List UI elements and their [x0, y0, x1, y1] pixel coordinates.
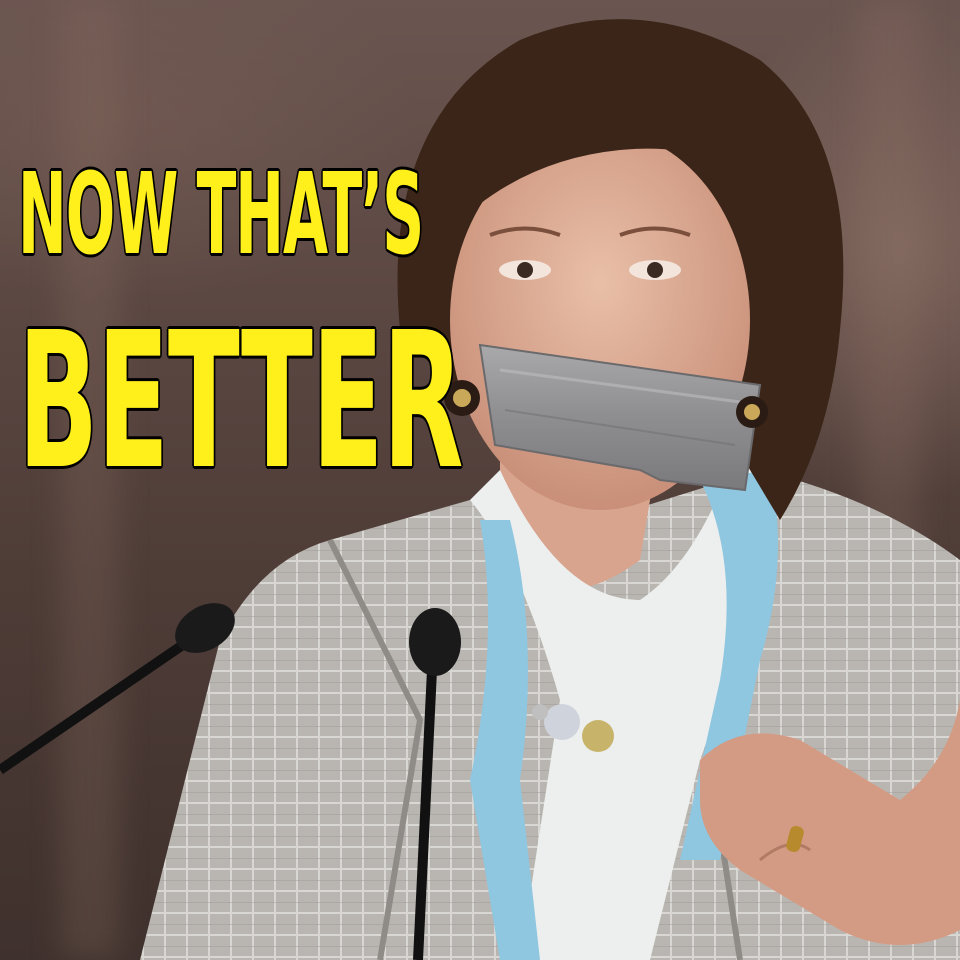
caption-line-1: NOW THAT’S	[18, 150, 424, 280]
meme-image: NOW THAT’S BETTER	[0, 0, 960, 960]
caption-line-2: BETTER	[18, 292, 464, 511]
microphone-left	[0, 635, 193, 775]
